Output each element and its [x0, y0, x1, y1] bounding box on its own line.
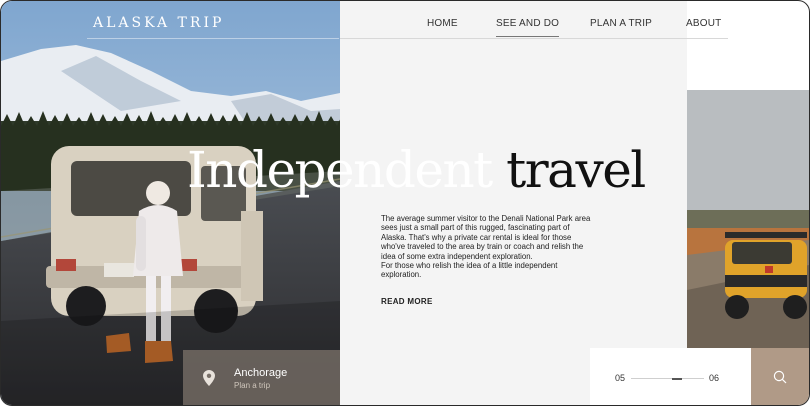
intro-line: who've traveled to the area by train or … — [381, 242, 584, 252]
headline-part-on-panel: travel — [491, 141, 646, 199]
nav-see-and-do[interactable]: SEE AND DO — [496, 18, 560, 37]
content-panel — [340, 1, 687, 405]
hero-photo-jeep — [687, 90, 809, 348]
search-button[interactable] — [751, 348, 809, 405]
location-card[interactable]: Anchorage Plan a trip — [183, 350, 340, 405]
nav-home[interactable]: HOME — [427, 18, 458, 29]
main-nav: HOME SEE AND DO PLAN A TRIP ABOUT — [340, 1, 740, 39]
nav-divider — [340, 38, 728, 39]
headline-part-on-photo: Independent — [187, 141, 493, 199]
location-subtitle[interactable]: Plan a trip — [234, 381, 270, 390]
intro-line: Alaska. That's why a private car rental … — [381, 232, 572, 242]
nav-about[interactable]: ABOUT — [686, 18, 721, 29]
read-more-link[interactable]: READ MORE — [381, 297, 433, 306]
pager-total: 06 — [709, 373, 720, 383]
page-frame: ALASKA TRIP HOME SEE AND DO PLAN A TRIP … — [0, 0, 810, 406]
pager-current: 05 — [615, 373, 626, 383]
map-pin-icon — [203, 370, 215, 391]
intro-line: For those who relish the idea of a littl… — [381, 261, 558, 271]
intro-line: The average summer visitor to the Denali… — [381, 214, 591, 223]
intro-line: exploration. — [381, 270, 422, 280]
intro-line: idea of some extra independent explorati… — [381, 251, 533, 261]
brand-divider — [87, 38, 339, 39]
search-icon — [773, 370, 787, 384]
hero-photo-van — [1, 1, 340, 405]
intro-line: sees just a small part of this rugged, f… — [381, 223, 570, 233]
intro-text: The average summer visitor to the Denali… — [381, 214, 619, 280]
location-title: Anchorage — [234, 367, 288, 379]
nav-plan-a-trip[interactable]: PLAN A TRIP — [590, 18, 652, 29]
page-title: Independent travel — [187, 141, 646, 199]
pager-indicator — [672, 377, 682, 380]
brand-logo[interactable]: ALASKA TRIP — [93, 15, 224, 31]
slide-pager: 05 06 — [590, 348, 751, 405]
pager-track[interactable] — [631, 378, 704, 379]
